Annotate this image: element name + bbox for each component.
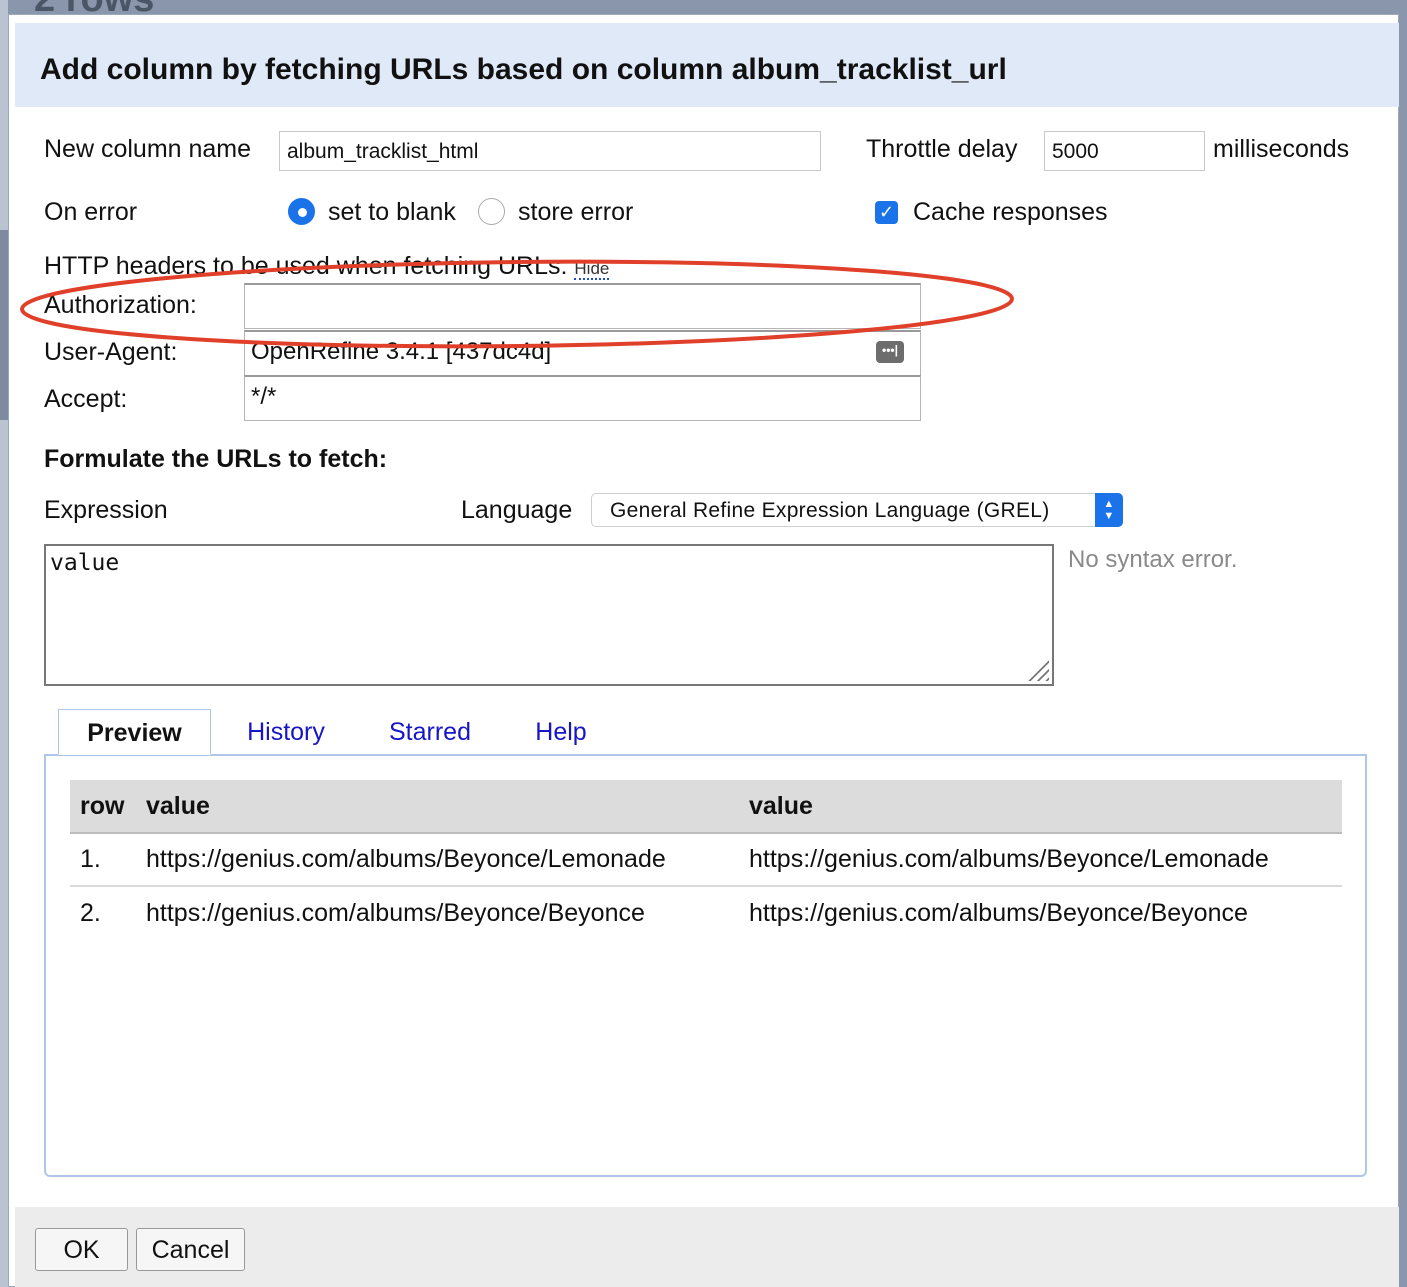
accept-input[interactable]: */*: [244, 375, 921, 421]
expression-label: Expression: [44, 496, 168, 524]
column-header-row: row: [70, 780, 136, 834]
user-agent-label: User-Agent:: [44, 338, 178, 366]
preview-header-row: row value value: [70, 780, 1342, 834]
password-manager-icon[interactable]: •••|: [876, 341, 904, 363]
preview-panel: row value value 1. https://genius.com/al…: [44, 754, 1367, 1177]
cache-responses-label[interactable]: Cache responses: [913, 198, 1108, 227]
language-selected-value: General Refine Expression Language (GREL…: [610, 499, 1050, 522]
cache-responses-checkbox[interactable]: ✓: [875, 201, 898, 224]
cell-new-value: https://genius.com/albums/Beyonce/Beyonc…: [749, 898, 1248, 927]
expression-value: value: [50, 550, 120, 576]
http-headers-text: HTTP headers to be used when fetching UR…: [44, 252, 568, 280]
preview-table: row value value 1. https://genius.com/al…: [70, 780, 1342, 939]
store-error-label[interactable]: store error: [518, 198, 633, 227]
cell-new-value: https://genius.com/albums/Beyonce/Lemona…: [739, 833, 1342, 887]
dialog-header: Add column by fetching URLs based on col…: [15, 23, 1399, 107]
background-strip: [0, 0, 8, 1287]
table-row: 1. https://genius.com/albums/Beyonce/Lem…: [70, 833, 1342, 887]
column-header-new-value: value: [739, 780, 1342, 834]
fetch-urls-dialog: Add column by fetching URLs based on col…: [8, 14, 1399, 1287]
language-label: Language: [461, 496, 573, 524]
language-select[interactable]: General Refine Expression Language (GREL…: [591, 493, 1123, 527]
user-agent-value: OpenRefine 3.4.1 [437dc4d]: [251, 338, 552, 365]
column-header-value: value: [136, 780, 739, 834]
authorization-label: Authorization:: [44, 291, 197, 319]
set-to-blank-label[interactable]: set to blank: [328, 198, 456, 227]
authorization-input[interactable]: [244, 283, 921, 329]
dialog-title: Add column by fetching URLs based on col…: [40, 53, 1007, 86]
expression-textarea[interactable]: value: [44, 544, 1054, 686]
dialog-footer: OK Cancel: [15, 1207, 1399, 1287]
tab-help[interactable]: Help: [519, 709, 603, 755]
tab-history[interactable]: History: [231, 709, 341, 755]
throttle-delay-input[interactable]: 5000: [1044, 131, 1205, 171]
on-error-label: On error: [44, 198, 138, 226]
tab-starred[interactable]: Starred: [374, 709, 486, 755]
row-number: 1.: [70, 833, 136, 887]
user-agent-input[interactable]: OpenRefine 3.4.1 [437dc4d] •••|: [244, 330, 921, 376]
resize-handle-icon[interactable]: [1023, 655, 1049, 681]
table-row: 2. https://genius.com/albums/Beyonce/Bey…: [70, 886, 1342, 939]
new-column-label: New column name: [44, 135, 252, 163]
cancel-button[interactable]: Cancel: [136, 1228, 245, 1271]
throttle-unit-label: milliseconds: [1213, 135, 1350, 163]
syntax-status: No syntax error.: [1068, 546, 1238, 573]
formulate-heading: Formulate the URLs to fetch:: [44, 445, 388, 473]
throttle-delay-label: Throttle delay: [866, 135, 1018, 163]
hide-headers-link[interactable]: Hide: [574, 259, 610, 280]
cell-value: https://genius.com/albums/Beyonce/Beyonc…: [146, 898, 645, 927]
accept-label: Accept:: [44, 385, 128, 413]
background-strip-dark: [0, 230, 8, 420]
row-number: 2.: [80, 898, 101, 927]
set-to-blank-radio[interactable]: [288, 198, 315, 225]
ok-button[interactable]: OK: [35, 1228, 128, 1271]
http-headers-label: HTTP headers to be used when fetching UR…: [44, 252, 610, 281]
chevron-up-down-icon: ▲ ▼: [1095, 493, 1123, 527]
tab-preview[interactable]: Preview: [58, 709, 211, 755]
store-error-radio[interactable]: [478, 198, 505, 225]
new-column-name-input[interactable]: album_tracklist_html: [279, 131, 821, 171]
cell-value: https://genius.com/albums/Beyonce/Lemona…: [136, 833, 739, 887]
